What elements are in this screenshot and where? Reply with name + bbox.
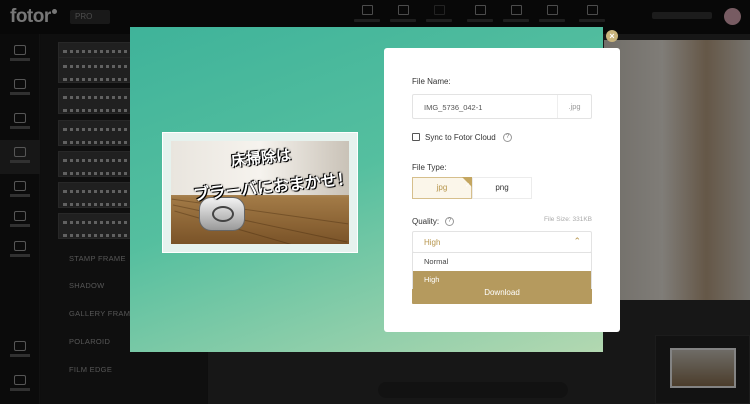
quality-value: High <box>424 238 441 247</box>
file-name-label: File Name: <box>412 77 451 86</box>
quality-label: Quality: <box>412 217 440 226</box>
file-type-jpg[interactable]: jpg ✓ <box>412 177 472 199</box>
image-preview: 床掃除は ブラーバにおまかせ！ <box>162 132 358 253</box>
file-name-value[interactable]: IMG_5736_042-1 <box>424 103 482 112</box>
close-button[interactable]: × <box>606 30 618 42</box>
quality-option-high[interactable]: High <box>413 271 591 289</box>
help-icon[interactable]: ? <box>503 133 512 142</box>
file-name-field[interactable]: IMG_5736_042-1 .jpg <box>412 94 592 119</box>
quality-option-normal[interactable]: Normal <box>413 253 591 271</box>
file-size: File Size: 331KB <box>543 216 592 223</box>
file-type-label-png: png <box>495 183 509 192</box>
chevron-up-icon: ⌃ <box>573 236 581 246</box>
check-icon: ✓ <box>464 183 470 189</box>
file-type-label-jpg: jpg <box>436 183 448 192</box>
sync-checkbox[interactable] <box>412 133 420 141</box>
file-type-label: File Type: <box>412 163 447 172</box>
file-type-png[interactable]: png <box>472 177 532 199</box>
download-dialog: File Name: IMG_5736_042-1 .jpg Sync to F… <box>384 48 620 332</box>
sync-label[interactable]: Sync to Fotor Cloud <box>425 133 496 142</box>
preview-photo: 床掃除は ブラーバにおまかせ！ <box>171 141 349 244</box>
quality-select[interactable]: High ⌃ <box>412 231 592 253</box>
help-icon[interactable]: ? <box>445 217 454 226</box>
file-extension: .jpg <box>557 95 591 118</box>
quality-options-dropdown: Normal High <box>412 252 592 289</box>
